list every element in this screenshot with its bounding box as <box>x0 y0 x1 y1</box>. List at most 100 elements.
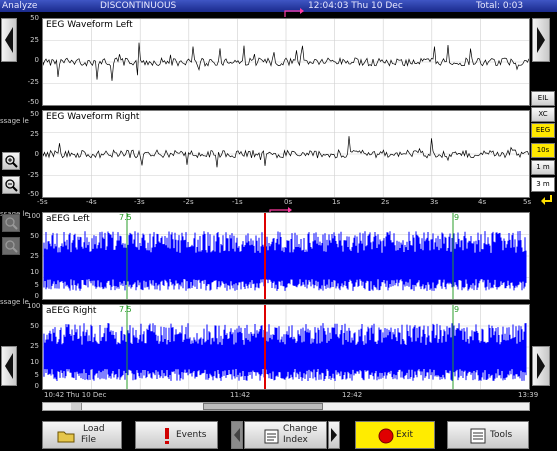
aeeg-right-panel[interactable]: aEEG Right 7.5 9 <box>42 304 530 390</box>
x-tick: 3s <box>430 198 439 206</box>
right-arrow-icon <box>331 428 337 442</box>
aeeg-trace <box>43 231 527 291</box>
y-tick: 50 <box>30 14 39 22</box>
y-tick: -25 <box>27 78 39 86</box>
left-arrow-icon <box>5 353 13 379</box>
tools-button[interactable]: Tools <box>447 421 529 449</box>
aeeg-zoom-out-button[interactable] <box>2 237 20 255</box>
x-tick: -1s <box>232 198 243 206</box>
scroll-left-button[interactable] <box>1 18 17 62</box>
time-mid: 11:42 <box>230 391 251 399</box>
eeg-right-title: EEG Waveform Right <box>46 112 140 122</box>
zoom-out-icon <box>5 179 18 192</box>
zoom-in-button[interactable] <box>2 152 20 170</box>
notes-icon <box>264 429 279 444</box>
y-tick: 5 <box>34 371 39 379</box>
10s-button[interactable]: 10s <box>531 143 555 158</box>
y-tick: 0 <box>34 56 39 64</box>
side-caption: ssage le <box>0 298 29 306</box>
eeg-left-title: EEG Waveform Left <box>46 20 133 30</box>
time-start: 10:42 Thu 10 Dec <box>44 391 107 399</box>
change-label-bottom: Index <box>283 435 308 445</box>
x-tick: 5s <box>523 198 532 206</box>
y-tick: 10 <box>30 268 39 276</box>
marker-label: 9 <box>454 305 460 314</box>
change-index-next-button[interactable] <box>328 421 340 449</box>
eeg-button[interactable]: EEG <box>531 123 555 138</box>
x-tick: -2s <box>183 198 194 206</box>
events-button[interactable]: Events <box>135 421 218 449</box>
alert-icon <box>165 428 169 444</box>
load-file-button[interactable]: Load File <box>42 421 122 449</box>
x-tick: 2s <box>381 198 390 206</box>
return-arrow-icon <box>541 195 552 205</box>
list-icon <box>470 428 486 444</box>
tools-label: Tools <box>490 430 513 440</box>
y-tick: -50 <box>27 190 39 198</box>
events-label: Events <box>176 430 207 440</box>
exit-button[interactable]: Exit <box>355 421 435 449</box>
y-tick: 0 <box>34 292 39 300</box>
y-tick: 100 <box>27 212 41 220</box>
aeeg-zoom-in-button[interactable] <box>2 214 20 232</box>
title-bar: Analyze DISCONTINUOUS 12:04:03 Thu 10 De… <box>0 0 557 12</box>
y-tick: 10 <box>30 358 39 366</box>
x-tick: 4s <box>478 198 487 206</box>
xc-button[interactable]: XC <box>531 107 555 122</box>
clock: 12:04:03 Thu 10 Dec <box>308 1 403 11</box>
right-arrow-icon <box>537 27 545 53</box>
timeline-scrollbar[interactable] <box>42 402 530 411</box>
y-tick: 50 <box>30 232 39 240</box>
change-index-button[interactable]: Change Index <box>244 421 327 449</box>
eil-button[interactable]: EIL <box>531 91 555 106</box>
folder-icon <box>57 431 75 443</box>
y-tick: -50 <box>27 98 39 106</box>
cursor-marker-icon <box>284 8 304 17</box>
y-tick: 0 <box>34 150 39 158</box>
zoom-out-icon <box>5 240 18 253</box>
x-tick: 1s <box>332 198 341 206</box>
y-tick: 25 <box>30 36 39 44</box>
y-tick: 25 <box>30 252 39 260</box>
change-label-top: Change <box>283 424 318 434</box>
app-name: Analyze <box>2 1 38 11</box>
total-time: Total: 0:03 <box>476 1 524 11</box>
y-tick: 5 <box>34 281 39 289</box>
3m-button[interactable]: 3 m <box>531 177 555 192</box>
side-caption: ssage le <box>0 117 29 125</box>
aeeg-left-panel[interactable]: aEEG Left 7.5 9 <box>42 212 530 300</box>
aeeg-left-title: aEEG Left <box>46 214 90 224</box>
y-tick: 0 <box>34 382 39 390</box>
scroll-right-button[interactable] <box>532 18 550 62</box>
file-label-top: Load <box>83 424 105 434</box>
zoom-in-icon <box>5 217 18 230</box>
left-arrow-icon <box>5 27 13 53</box>
right-arrow-icon <box>537 353 545 379</box>
recording-mode: DISCONTINUOUS <box>100 1 177 11</box>
time-mid2: 12:42 <box>342 391 363 399</box>
time-end: 13:39 <box>518 391 539 399</box>
x-tick: -5s <box>37 198 48 206</box>
eeg-left-panel[interactable]: EEG Waveform Left <box>42 18 530 106</box>
x-tick: -3s <box>134 198 145 206</box>
scrollbar-thumb[interactable] <box>203 403 323 410</box>
marker-label: 7.5 <box>119 213 132 222</box>
exit-label: Exit <box>396 430 414 440</box>
left-arrow-icon <box>234 428 240 442</box>
y-tick: -25 <box>27 171 39 179</box>
y-tick: 25 <box>30 130 39 138</box>
aeeg-right-title: aEEG Right <box>46 306 97 316</box>
zoom-out-button[interactable] <box>2 176 20 194</box>
eeg-right-panel[interactable]: EEG Waveform Right <box>42 110 530 198</box>
1m-button[interactable]: 1 m <box>531 160 555 175</box>
x-tick: -4s <box>86 198 97 206</box>
page-right-button[interactable] <box>532 346 550 386</box>
aeeg-trace <box>43 323 527 381</box>
scrollbar-left-cap[interactable] <box>71 403 82 410</box>
y-tick: 100 <box>27 302 41 310</box>
change-index-prev-button[interactable] <box>231 421 243 449</box>
y-tick: 25 <box>30 342 39 350</box>
stop-icon <box>378 428 394 444</box>
page-left-button[interactable] <box>1 346 17 386</box>
marker-label: 7.5 <box>119 305 132 314</box>
